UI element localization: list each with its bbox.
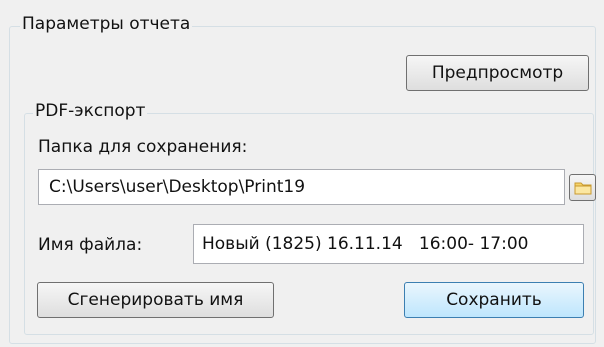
report-settings-title: Параметры отчета	[20, 14, 193, 34]
preview-button[interactable]: Предпросмотр	[406, 55, 589, 91]
pdf-export-title: PDF-экспорт	[33, 101, 148, 121]
browse-folder-button[interactable]	[569, 174, 596, 201]
save-button[interactable]: Сохранить	[404, 282, 584, 318]
filename-label: Имя файла:	[38, 235, 143, 255]
folder-icon	[574, 180, 592, 196]
save-folder-input[interactable]	[38, 169, 565, 205]
generate-name-button[interactable]: Сгенерировать имя	[37, 282, 274, 318]
filename-input[interactable]	[193, 224, 584, 264]
save-folder-label: Папка для сохранения:	[38, 137, 248, 157]
